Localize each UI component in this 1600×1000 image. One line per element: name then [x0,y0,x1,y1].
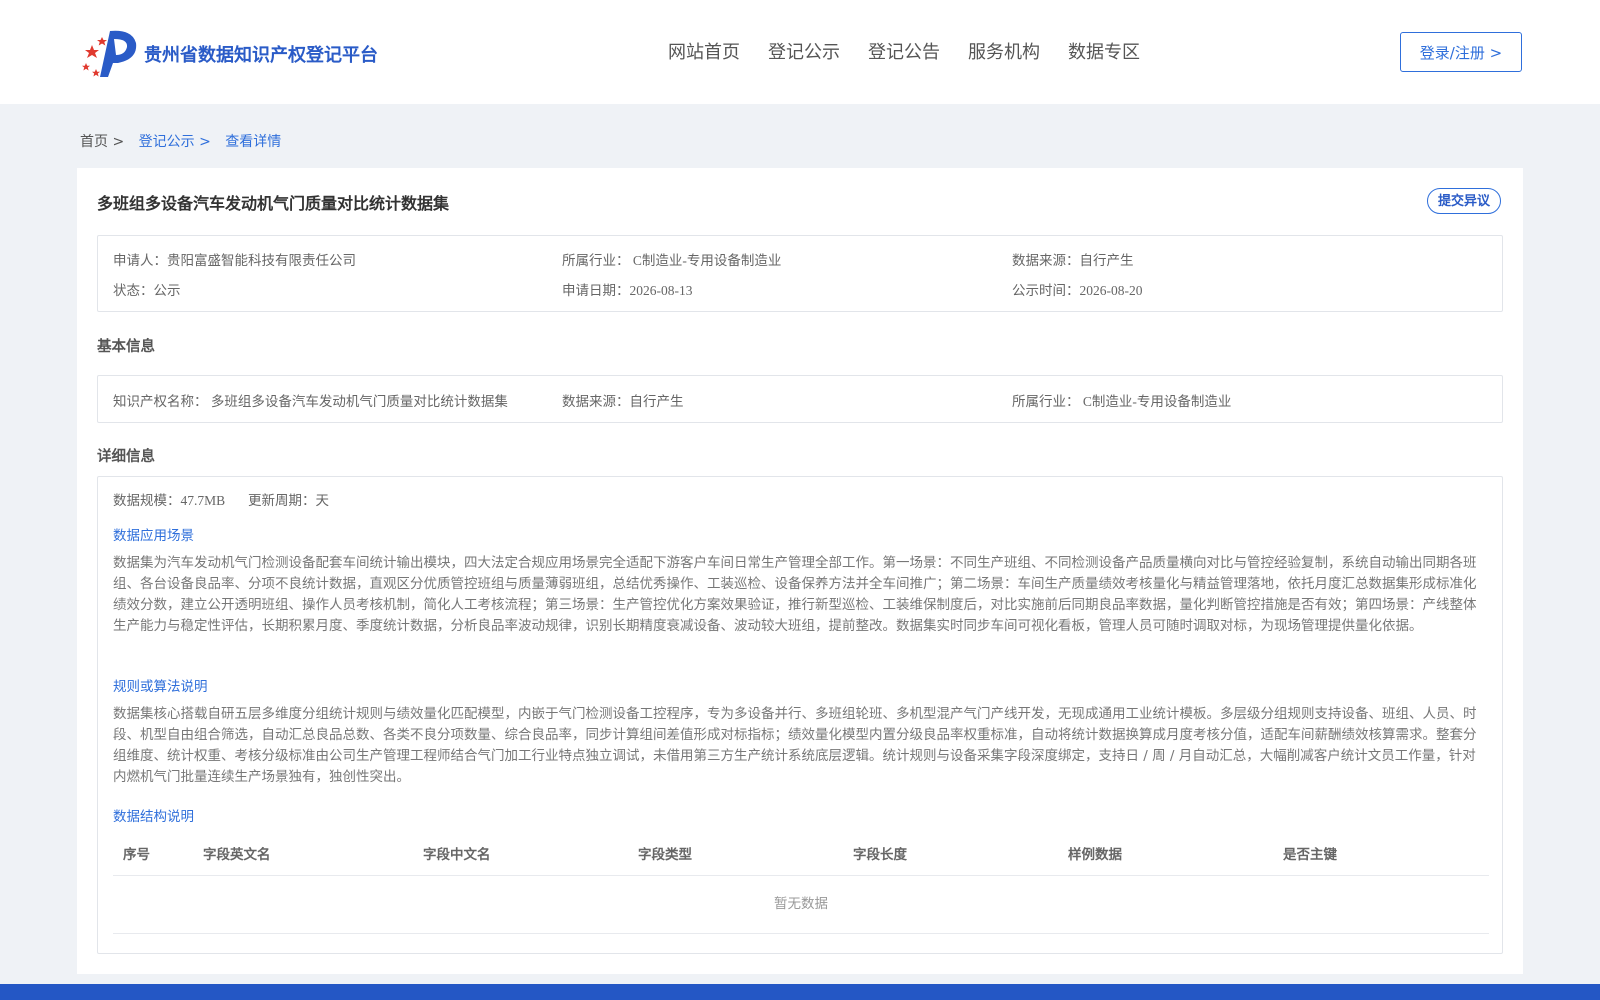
update-cycle: 更新周期：天 [248,493,329,508]
platform-logo-icon[interactable] [80,27,138,79]
nav-service-agencies[interactable]: 服务机构 [968,38,1040,64]
ip-name: 知识产权名称： 多班组多设备汽车发动机气门质量对比统计数据集 [113,394,508,409]
data-source: 数据来源：自行产生 [1012,253,1134,268]
th-field-length: 字段长度 [853,847,907,863]
breadcrumb-home[interactable]: 首页 > [80,134,124,150]
algorithm-title: 规则或算法说明 [113,679,208,695]
site-footer [0,984,1600,1000]
nav-registration-publicity[interactable]: 登记公示 [768,38,840,64]
th-sample-data: 样例数据 [1068,847,1122,863]
table-empty-state: 暂无数据 [113,875,1489,934]
nav-registration-announcement[interactable]: 登记公告 [868,38,940,64]
site-header: 贵州省数据知识产权登记平台 网站首页 登记公示 登记公告 服务机构 数据专区 登… [0,0,1600,104]
breadcrumb-current: 查看详情 [225,134,282,150]
submit-objection-button[interactable]: 提交异议 [1427,188,1501,214]
applicant: 申请人：贵阳富盛智能科技有限责任公司 [113,253,356,268]
algorithm-text: 数据集核心搭载自研五层多维度分组统计规则与绩效量化匹配模型，内嵌于气门检测设备工… [113,706,1477,785]
detail-info-box: 数据规模：47.7MB 更新周期：天 数据应用场景 数据集为汽车发动机气门检测设… [97,476,1503,954]
breadcrumb: 首页 > 登记公示 > 查看详情 [80,131,281,151]
platform-name[interactable]: 贵州省数据知识产权登记平台 [144,41,378,67]
table-header-row: 序号 字段英文名 字段中文名 字段类型 字段长度 样例数据 是否主键 [113,829,1489,876]
th-field-en: 字段英文名 [203,847,271,863]
application-scenario-title: 数据应用场景 [113,528,194,544]
basic-info-title: 基本信息 [97,339,155,355]
status: 状态：公示 [113,283,181,298]
detail-card: 多班组多设备汽车发动机气门质量对比统计数据集 提交异议 申请人：贵阳富盛智能科技… [77,168,1523,974]
th-field-cn: 字段中文名 [423,847,491,863]
publish-time: 公示时间：2026-08-20 [1012,283,1143,298]
data-scale: 数据规模：47.7MB [113,493,226,508]
breadcrumb-registration-publicity[interactable]: 登记公示 > [139,134,211,150]
nav-home[interactable]: 网站首页 [668,38,740,64]
data-structure-title: 数据结构说明 [113,809,194,825]
login-register-button[interactable]: 登录/注册 > [1400,32,1522,72]
dataset-title: 多班组多设备汽车发动机气门质量对比统计数据集 [97,194,450,213]
basic-industry: 所属行业： C制造业-专用设备制造业 [1012,394,1232,409]
main-nav: 网站首页 登记公示 登记公告 服务机构 数据专区 [668,38,1168,64]
application-scenario-text: 数据集为汽车发动机气门检测设备配套车间统计输出模块，四大法定合规应用场景完全适配… [113,555,1477,634]
apply-date: 申请日期：2026-08-13 [562,283,693,298]
basic-data-source: 数据来源：自行产生 [562,394,684,409]
th-primary-key: 是否主键 [1283,847,1337,863]
industry: 所属行业： C制造业-专用设备制造业 [562,253,782,268]
nav-data-zone[interactable]: 数据专区 [1068,38,1140,64]
th-index: 序号 [123,847,150,863]
detail-info-title: 详细信息 [97,449,155,465]
summary-box: 申请人：贵阳富盛智能科技有限责任公司 所属行业： C制造业-专用设备制造业 数据… [97,235,1503,312]
th-field-type: 字段类型 [638,847,692,863]
basic-info-box: 知识产权名称： 多班组多设备汽车发动机气门质量对比统计数据集 数据来源：自行产生… [97,375,1503,423]
